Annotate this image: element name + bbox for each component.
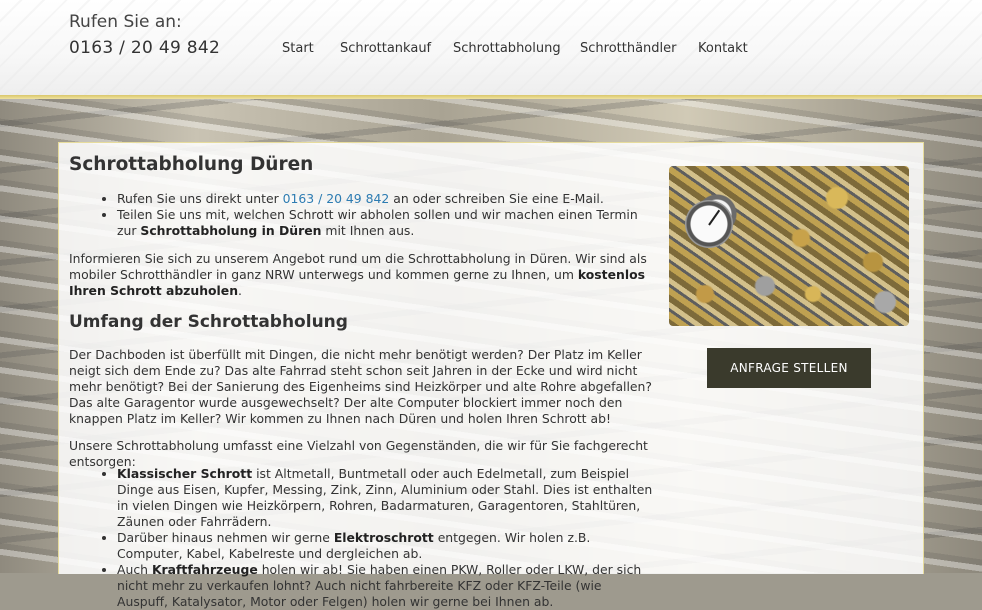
paragraph-text: . [238,283,242,298]
list-item-text: Auch [117,562,148,577]
phone-link[interactable]: 0163 / 20 49 842 [283,191,390,206]
list-item: Auch Kraftfahrzeuge holen wir ab! Sie ha… [117,562,653,610]
site-header: Rufen Sie an: 0163 / 20 49 842 Start Sch… [0,0,982,95]
list-item-text: Rufen Sie uns direkt unter [117,191,279,206]
nav-schrottabholung[interactable]: Schrottabholung [453,41,561,56]
request-button[interactable]: ANFRAGE STELLEN [707,348,871,388]
scope-paragraph: Der Dachboden ist überfüllt mit Dingen, … [69,347,652,426]
nav-start[interactable]: Start [282,41,314,56]
list-item: Darüber hinaus nehmen wir gerne Elektros… [117,530,653,562]
phone-label: Rufen Sie an: [69,12,182,32]
list-item: Rufen Sie uns direkt unter 0163 / 20 49 … [117,191,653,207]
intro-list: Rufen Sie uns direkt unter 0163 / 20 49 … [69,191,653,239]
list-item-bold: Elektroschrott [333,530,434,545]
scope-list: Klassischer Schrott ist Altmetall, Buntm… [69,466,653,610]
section-heading: Umfang der Schrottabholung [69,312,348,332]
list-item-text: Darüber hinaus nehmen wir gerne [117,530,330,545]
list-item-bold: Kraftfahrzeuge [151,562,258,577]
nav-schrottankauf[interactable]: Schrottankauf [340,41,431,56]
scrap-metal-image [669,166,909,326]
nav-schrotthaendler[interactable]: Schrotthändler [580,41,677,56]
list-item: Teilen Sie uns mit, welchen Schrott wir … [117,207,653,239]
list-item: Klassischer Schrott ist Altmetall, Buntm… [117,466,653,530]
phone-number[interactable]: 0163 / 20 49 842 [69,38,220,58]
page-title: Schrottabholung Düren [69,154,314,175]
content-card: Schrottabholung Düren Rufen Sie uns dire… [58,142,924,609]
list-item-text: mit Ihnen aus. [325,223,415,238]
list-item-text: an oder schreiben Sie eine E-Mail. [393,191,604,206]
nav-kontakt[interactable]: Kontakt [698,41,748,56]
intro-paragraph: Informieren Sie sich zu unserem Angebot … [69,251,653,299]
paragraph-text: Informieren Sie sich zu unserem Angebot … [69,251,647,282]
list-item-bold: Schrottabholung in Düren [140,223,322,238]
list-item-bold: Klassischer Schrott [117,466,253,481]
